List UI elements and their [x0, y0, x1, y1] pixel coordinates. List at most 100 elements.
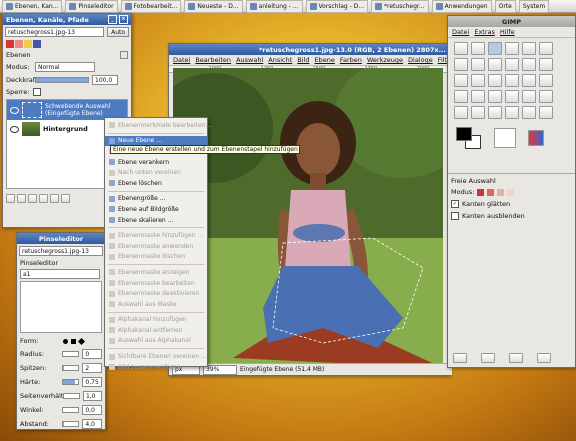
taskbar-item-browser1[interactable]: Neueste - D... [184, 0, 243, 13]
image-menu-item[interactable]: Dialoge [408, 56, 433, 64]
taskbar-item-browser2[interactable]: anleitung - ... [245, 0, 303, 13]
new-layer-icon[interactable] [6, 194, 15, 203]
square-shape-icon[interactable] [71, 338, 76, 344]
toolbox-menu-item[interactable]: Datei [452, 28, 469, 36]
menu-places[interactable]: Orte [494, 0, 516, 13]
brush-image-combo[interactable]: retuschegross1.jpg-13 [19, 246, 103, 256]
image-titlebar[interactable]: *retuschegross1.jpg-13.0 (RGB, 2 Ebenen)… [169, 44, 449, 55]
context-menu-item[interactable]: Ebene skalieren ... [105, 215, 207, 226]
feather-edges-checkbox[interactable] [451, 212, 459, 220]
brush-param-value[interactable]: 0,75 [82, 377, 102, 387]
rect-select-tool-icon[interactable] [454, 42, 468, 55]
opacity-slider[interactable] [35, 77, 89, 83]
measure-tool-icon[interactable] [522, 58, 536, 71]
perspective-tool-icon[interactable] [539, 74, 553, 87]
fuzzy-select-tool-icon[interactable] [505, 42, 519, 55]
eye-icon[interactable] [10, 106, 19, 114]
add-mode-icon[interactable] [487, 188, 495, 196]
airbrush-tool-icon[interactable] [471, 106, 485, 119]
bucket-fill-tool-icon[interactable] [488, 90, 502, 103]
save-options-icon[interactable] [453, 353, 467, 363]
zoom-select[interactable]: 39% [203, 364, 237, 375]
taskbar-item-photo[interactable]: Fotobearbeit... [120, 0, 182, 13]
flip-tool-icon[interactable] [454, 90, 468, 103]
auto-button[interactable]: Auto [107, 27, 129, 37]
pencil-tool-icon[interactable] [522, 90, 536, 103]
toolbox-menu-item[interactable]: Extras [474, 28, 495, 36]
undo-tab-icon[interactable] [33, 40, 41, 48]
rotate-tool-icon[interactable] [488, 74, 502, 87]
text-tool-icon[interactable] [471, 90, 485, 103]
brush-param-value[interactable]: 0,0 [82, 405, 102, 415]
subtract-mode-icon[interactable] [497, 188, 505, 196]
brush-editor-titlebar[interactable]: Pinseleditor [17, 233, 105, 244]
layers-titlebar[interactable]: Ebenen, Kanäle, Pfade _ × [3, 14, 131, 25]
image-menu-item[interactable]: Ansicht [268, 56, 292, 64]
color-picker-tool-icon[interactable] [488, 58, 502, 71]
taskbar-item-layers[interactable]: Ebenen, Kan... [2, 0, 63, 13]
foreground-select-tool-icon[interactable] [454, 58, 468, 71]
photo-canvas[interactable] [173, 68, 443, 368]
intersect-mode-icon[interactable] [507, 188, 515, 196]
lock-alpha-checkbox[interactable] [32, 88, 41, 96]
raise-layer-icon[interactable] [17, 194, 26, 203]
tab-menu-icon[interactable] [120, 51, 128, 59]
replace-mode-icon[interactable] [477, 188, 485, 196]
brush-param-slider[interactable] [63, 393, 80, 399]
gradient-indicator[interactable] [528, 130, 544, 146]
align-tool-icon[interactable] [454, 74, 468, 87]
image-menu-item[interactable]: Ebene [314, 56, 334, 64]
paintbrush-tool-icon[interactable] [539, 90, 553, 103]
image-menu-item[interactable]: Werkzeuge [367, 56, 403, 64]
brush-param-value[interactable]: 4,0 [82, 419, 102, 429]
channels-tab-icon[interactable] [15, 40, 23, 48]
paths-tab-icon[interactable] [24, 40, 32, 48]
image-menu-item[interactable]: Auswahl [236, 56, 263, 64]
delete-layer-icon[interactable] [61, 194, 70, 203]
eraser-tool-icon[interactable] [454, 106, 468, 119]
layers-tab-icon[interactable] [6, 40, 14, 48]
mode-select[interactable]: Normal [35, 62, 95, 72]
brush-param-slider[interactable] [61, 421, 80, 427]
brush-name-field[interactable]: a1 [20, 269, 100, 279]
smooth-edges-checkbox[interactable]: ✓ [451, 200, 459, 208]
reset-options-icon[interactable] [537, 353, 551, 363]
brush-param-value[interactable]: 0 [82, 349, 102, 359]
heal-tool-icon[interactable] [522, 106, 536, 119]
close-icon[interactable]: × [119, 15, 128, 24]
free-select-tool-icon[interactable] [488, 42, 502, 55]
opacity-value[interactable]: 100,0 [92, 75, 118, 85]
context-menu-item[interactable]: Ebene auf Bildgröße [105, 204, 207, 215]
foreground-color[interactable] [456, 127, 472, 141]
brush-param-value[interactable]: 2 [82, 363, 102, 373]
smudge-tool-icon[interactable] [539, 106, 553, 119]
zoom-tool-icon[interactable] [505, 58, 519, 71]
scale-tool-icon[interactable] [505, 74, 519, 87]
brush-indicator[interactable] [494, 128, 516, 148]
fg-bg-colors[interactable] [456, 127, 482, 149]
brush-param-slider[interactable] [61, 351, 80, 357]
brush-param-slider[interactable] [61, 407, 80, 413]
image-menu-item[interactable]: Bild [297, 56, 309, 64]
anchor-layer-icon[interactable] [50, 194, 59, 203]
image-combo[interactable]: retuschegross1.jpg-13 [5, 27, 105, 37]
ink-tool-icon[interactable] [488, 106, 502, 119]
context-menu-item[interactable]: Ebene löschen [105, 178, 207, 189]
minimize-icon[interactable]: _ [108, 15, 117, 24]
blend-tool-icon[interactable] [505, 90, 519, 103]
taskbar-item-image[interactable]: *retuschegr... [371, 0, 429, 13]
diamond-shape-icon[interactable] [77, 337, 86, 345]
move-tool-icon[interactable] [539, 58, 553, 71]
taskbar-item-browser3[interactable]: Vorschlag - D... [305, 0, 369, 13]
brush-param-slider[interactable] [61, 365, 80, 371]
restore-options-icon[interactable] [481, 353, 495, 363]
ellipse-select-tool-icon[interactable] [471, 42, 485, 55]
toolbox-titlebar[interactable]: GIMP [448, 16, 575, 27]
scissors-tool-icon[interactable] [539, 42, 553, 55]
duplicate-layer-icon[interactable] [39, 194, 48, 203]
image-menu-item[interactable]: Farben [340, 56, 362, 64]
context-menu-item[interactable]: Ebene verankern [105, 157, 207, 168]
context-menu-item[interactable]: Ebenengröße ... [105, 194, 207, 205]
menu-applications[interactable]: Anwendungen [431, 0, 492, 13]
image-menu-item[interactable]: Bearbeiten [195, 56, 231, 64]
